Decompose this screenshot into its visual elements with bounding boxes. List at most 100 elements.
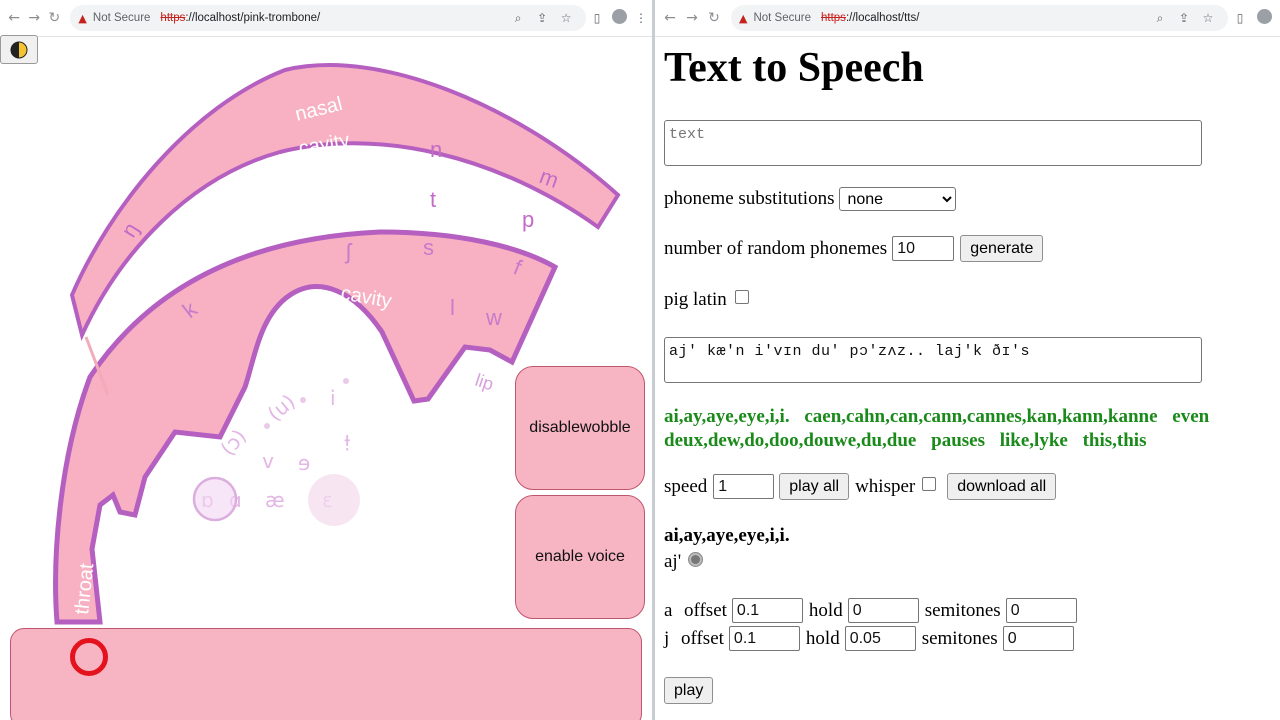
consonant-label[interactable]: l <box>450 295 455 320</box>
vowel-label[interactable]: ɘ <box>298 451 310 475</box>
tongue-dot <box>343 378 349 384</box>
phoneme-radio[interactable] <box>689 552 703 566</box>
section-heading: ai,ay,aye,eye,i,i. <box>664 525 790 546</box>
pig-latin-row: pig latin <box>664 289 749 311</box>
url-path: ://localhost/tts/ <box>845 12 920 24</box>
random-phonemes-input[interactable] <box>892 236 955 261</box>
word-alternative[interactable]: deux,dew,do,doo,douwe,du,due <box>664 430 916 451</box>
tongue-control-handle[interactable] <box>192 476 238 522</box>
tongue-dot <box>264 423 270 429</box>
phoneme-substitutions-label: phoneme substitutions <box>664 188 835 209</box>
consonant-label[interactable]: n <box>430 137 442 162</box>
semitones-input[interactable] <box>1005 598 1077 623</box>
speed-label: speed <box>664 475 708 497</box>
generate-button[interactable]: generate <box>960 235 1044 262</box>
vowel-label[interactable]: ɨ <box>344 430 350 454</box>
section-ipa: aj' <box>664 551 682 572</box>
url-scheme: https <box>160 12 186 24</box>
bookmark-star-icon[interactable]: ☆ <box>554 11 578 25</box>
profile-icon[interactable] <box>1252 9 1276 27</box>
hold-label: hold <box>805 627 840 649</box>
consonant-label[interactable]: p <box>522 207 534 232</box>
back-arrow-icon[interactable]: ← <box>659 10 681 26</box>
word-alternative[interactable]: even <box>1172 406 1209 427</box>
phoneme-substitutions-row: phoneme substitutions none <box>664 187 957 211</box>
forward-arrow-icon[interactable]: → <box>681 10 703 26</box>
whisper-checkbox[interactable] <box>922 476 937 491</box>
profile-icon[interactable] <box>608 9 630 27</box>
semitones-input[interactable] <box>1002 626 1074 651</box>
consonant-label[interactable]: w <box>485 305 502 330</box>
reload-icon[interactable]: ↻ <box>44 10 64 26</box>
offset-input[interactable] <box>731 598 803 623</box>
play-row: play <box>664 677 714 704</box>
disable-wobble-button[interactable]: disablewobble <box>515 366 645 490</box>
url-path: ://localhost/pink-trombone/ <box>185 12 321 24</box>
warning-icon: ▲ <box>739 11 748 25</box>
not-secure-label: Not Secure <box>753 12 811 24</box>
whisper-label: whisper <box>855 475 916 497</box>
word-alternative[interactable]: like,lyke <box>1000 430 1068 451</box>
pitch-keyboard-panel[interactable] <box>10 628 642 720</box>
pig-latin-label: pig latin <box>664 289 727 310</box>
word-alternative[interactable]: this,this <box>1083 430 1147 451</box>
playback-row: speed play all whisper download all <box>664 473 1057 500</box>
offset-input[interactable] <box>728 626 800 651</box>
left-browser-toolbar: ← → ↻ ▲ Not Secure https ://localhost/pi… <box>0 0 652 37</box>
tongue-dot <box>300 397 306 403</box>
forward-arrow-icon[interactable]: → <box>24 10 44 26</box>
menu-kebab-icon[interactable]: ⋮ <box>630 11 652 25</box>
pitch-touch-ring[interactable] <box>70 638 108 676</box>
enable-voice-button[interactable]: enable voice <box>515 495 645 619</box>
word-alternative[interactable]: ai,ay,aye,eye,i,i. <box>664 406 790 427</box>
address-bar[interactable]: ▲ Not Secure https ://localhost/pink-tro… <box>70 5 587 31</box>
random-phonemes-row: number of random phonemes generate <box>664 235 1044 262</box>
address-bar[interactable]: ▲ Not Secure https ://localhost/tts/ ⌕ ⇪… <box>731 5 1228 31</box>
left-browser-window: ← → ↻ ▲ Not Secure https ://localhost/pi… <box>0 0 652 720</box>
vowel-label[interactable]: æ <box>265 488 285 512</box>
phoneme-symbol: a <box>664 599 673 621</box>
text-input[interactable] <box>664 120 1202 166</box>
play-all-button[interactable]: play all <box>779 473 850 500</box>
phoneme-row: a offset hold semitones <box>664 598 1077 623</box>
hold-input[interactable] <box>847 598 919 623</box>
ipa-input[interactable]: aj' kæ'n i'vɪn du' pɔ'zʌz.. laj'k ðɪ's <box>664 337 1202 383</box>
random-phonemes-label: number of random phonemes <box>664 237 888 259</box>
oral-cavity-shape <box>53 229 559 625</box>
lip-label: lip <box>473 370 496 395</box>
semitones-label: semitones <box>921 627 998 649</box>
semitones-label: semitones <box>924 599 1001 621</box>
word-alternatives: ai,ay,aye,eye,i,i. caen,cahn,can,cann,ca… <box>664 405 1274 453</box>
share-icon[interactable]: ⇪ <box>530 11 554 25</box>
back-arrow-icon[interactable]: ← <box>4 10 24 26</box>
page-title: Text to Speech <box>664 45 924 91</box>
vowel-label[interactable]: ʌ <box>262 452 274 476</box>
offset-label: offset <box>681 627 724 649</box>
not-secure-label: Not Secure <box>92 12 151 24</box>
right-browser-window: ← → ↻ ▲ Not Secure https ://localhost/tt… <box>655 0 1280 720</box>
play-button[interactable]: play <box>664 677 714 704</box>
sidebar-icon[interactable]: ▯ <box>586 11 608 25</box>
zoom-icon[interactable]: ⌕ <box>1148 11 1172 26</box>
hold-label: hold <box>808 599 843 621</box>
vowel-label[interactable]: i <box>330 386 336 410</box>
download-all-button[interactable]: download all <box>947 473 1057 500</box>
vowel-label[interactable]: (u) <box>263 389 300 426</box>
right-browser-toolbar: ← → ↻ ▲ Not Secure https ://localhost/tt… <box>655 0 1280 37</box>
phoneme-substitutions-select[interactable]: none <box>839 187 957 211</box>
word-alternative[interactable]: caen,cahn,can,cann,cannes,kan,kann,kanne <box>804 406 1157 427</box>
consonant-label[interactable]: s <box>423 235 434 260</box>
pig-latin-checkbox[interactable] <box>734 290 749 304</box>
hold-input[interactable] <box>844 626 916 651</box>
sidebar-icon[interactable]: ▯ <box>1228 11 1252 25</box>
phoneme-row: j offset hold semitones <box>664 626 1074 651</box>
bookmark-star-icon[interactable]: ☆ <box>1196 11 1220 25</box>
speed-input[interactable] <box>713 474 775 499</box>
zoom-icon[interactable]: ⌕ <box>506 11 530 26</box>
section-ipa-row: aj' <box>664 551 703 573</box>
reload-icon[interactable]: ↻ <box>703 10 725 26</box>
share-icon[interactable]: ⇪ <box>1172 11 1196 25</box>
phoneme-symbol: j <box>664 627 670 649</box>
consonant-label[interactable]: t <box>430 187 436 212</box>
word-alternative[interactable]: pauses <box>931 430 985 451</box>
